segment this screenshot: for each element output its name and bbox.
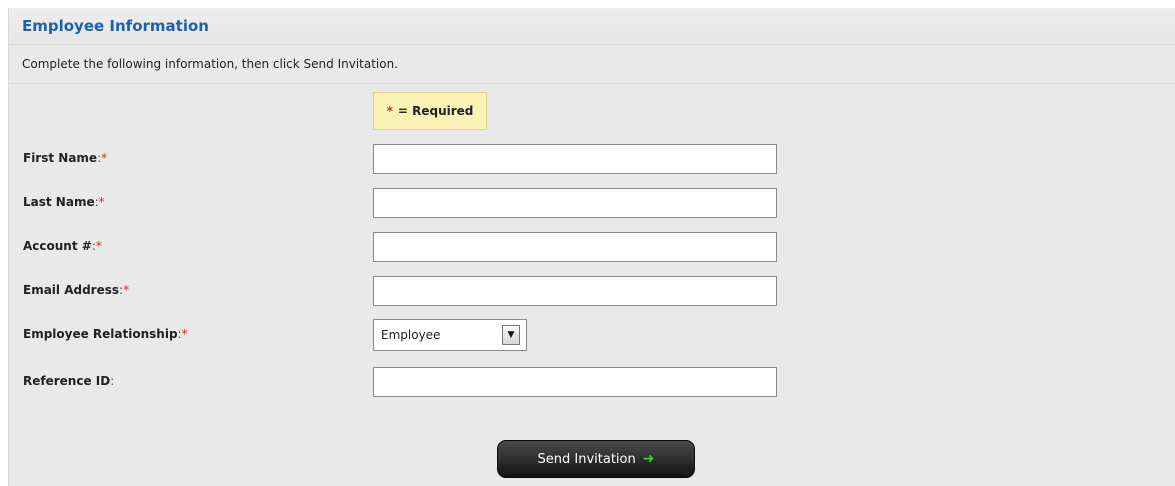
employee-information-panel: Employee Information Complete the follow… — [8, 8, 1175, 486]
account-number-row: Account #:* — [9, 232, 1175, 262]
email-address-label-text: Email Address — [23, 283, 120, 297]
last-name-input[interactable] — [373, 188, 777, 218]
first-name-label-text: First Name — [23, 151, 98, 165]
required-legend-text: = Required — [397, 104, 474, 118]
reference-id-row: Reference ID: — [9, 367, 1175, 397]
first-name-input[interactable] — [373, 144, 777, 174]
account-number-label: Account #:* — [23, 239, 102, 253]
employee-relationship-selected-value: Employee — [381, 328, 441, 342]
first-name-label: First Name:* — [23, 151, 107, 165]
send-invitation-button[interactable]: Send Invitation ➜ — [497, 440, 695, 478]
required-star: * — [101, 151, 108, 165]
email-address-row: Email Address:* — [9, 276, 1175, 306]
email-address-label: Email Address:* — [23, 283, 129, 297]
chevron-down-icon[interactable]: ▼ — [502, 325, 520, 345]
reference-id-label: Reference ID: — [23, 374, 114, 388]
first-name-row: First Name:* — [9, 144, 1175, 174]
last-name-row: Last Name:* — [9, 188, 1175, 218]
employee-relationship-label: Employee Relationship:* — [23, 327, 188, 341]
employee-relationship-select[interactable]: Employee ▼ — [373, 319, 527, 351]
arrow-right-icon: ➜ — [642, 451, 655, 467]
last-name-label: Last Name:* — [23, 195, 105, 209]
panel-title: Employee Information — [22, 17, 209, 35]
required-legend: * = Required — [373, 92, 487, 130]
employee-relationship-row: Employee Relationship:* Employee ▼ — [9, 319, 1175, 351]
required-star: * — [95, 239, 102, 253]
required-star: * — [181, 327, 188, 341]
required-star: * — [123, 283, 130, 297]
account-number-input[interactable] — [373, 232, 777, 262]
label-colon: : — [110, 374, 115, 388]
employee-relationship-label-text: Employee Relationship — [23, 327, 178, 341]
send-invitation-label: Send Invitation — [537, 451, 636, 467]
required-star: * — [98, 195, 105, 209]
email-address-input[interactable] — [373, 276, 777, 306]
reference-id-label-text: Reference ID — [23, 374, 111, 388]
panel-header: Employee Information — [9, 8, 1175, 45]
required-star: * — [386, 104, 393, 118]
instructions-text: Complete the following information, then… — [9, 45, 1175, 84]
last-name-label-text: Last Name — [23, 195, 95, 209]
account-number-label-text: Account # — [23, 239, 92, 253]
reference-id-input[interactable] — [373, 367, 777, 397]
